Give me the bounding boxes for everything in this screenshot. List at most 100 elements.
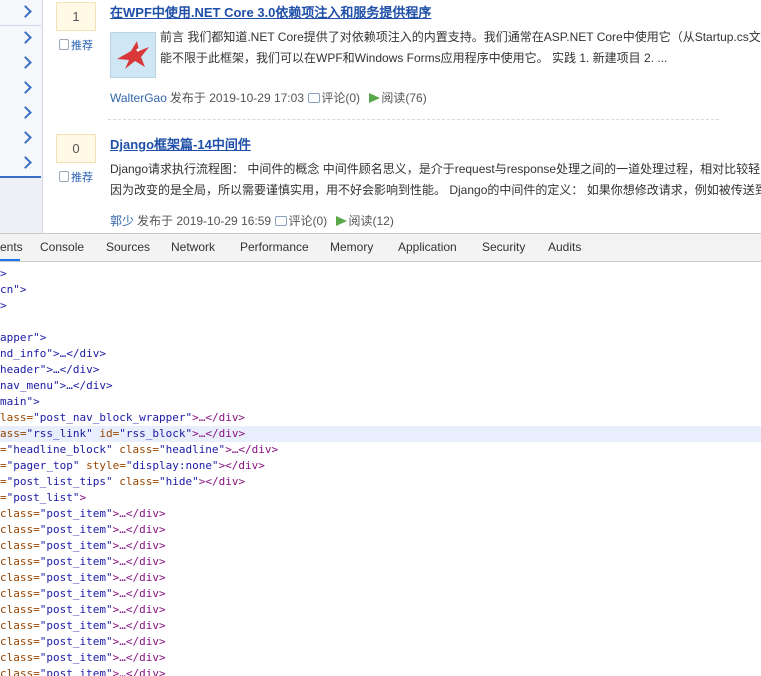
dom-tree[interactable]: > cn"> > apper"> nd_info">…</div> header">…</… xyxy=(0,262,761,676)
tab-application[interactable]: Application xyxy=(398,240,457,254)
recommend-button[interactable]: 推荐 xyxy=(56,37,96,53)
comment-count[interactable]: 评论(0) xyxy=(288,214,327,228)
dom-line-post: > xyxy=(79,491,87,504)
chevron-right-icon xyxy=(19,5,32,18)
read-arrow-icon xyxy=(336,216,348,226)
dom-node-line[interactable]: > xyxy=(0,266,761,282)
dom-line-val: "post_item" xyxy=(39,619,113,632)
dom-node-line[interactable]: ass="rss_link" id="rss_block">…</div> xyxy=(0,426,761,442)
devtools-tabbar: ents Console Sources Network Performance… xyxy=(0,234,761,262)
tab-elements[interactable]: ents xyxy=(0,240,23,254)
dom-line-val: "post_list" xyxy=(6,491,80,504)
dom-line-text: > xyxy=(0,267,7,280)
dom-line-pre: class= xyxy=(0,587,40,600)
read-count: 阅读(12) xyxy=(348,214,394,228)
comment-count[interactable]: 评论(0) xyxy=(321,91,360,105)
dom-line-mid: class= xyxy=(112,475,159,488)
comment-icon xyxy=(275,216,288,226)
chevron-right-icon xyxy=(19,81,32,94)
post-meta: WalterGao 发布于 2019-10-29 17:03 评论(0) 阅读(7… xyxy=(110,89,427,106)
thumb-up-icon xyxy=(59,171,69,182)
dom-node-line[interactable]: class="post_item">…</div> xyxy=(0,650,761,666)
dom-line-text: nd_info">…</div> xyxy=(0,347,106,360)
dom-line-text: header">…</div> xyxy=(0,363,100,376)
post-item: 0 推荐 Django框架篇-14中间件 Django请求执行流程图： 中间件的… xyxy=(42,120,761,233)
post-title[interactable]: 在WPF中使用.NET Core 3.0依赖项注入和服务提供程序 xyxy=(110,2,431,21)
tab-console[interactable]: Console xyxy=(40,240,84,254)
dom-line-post: >…</div> xyxy=(112,571,166,584)
dom-line-val: "post_item" xyxy=(39,651,113,664)
dom-node-line[interactable]: header">…</div> xyxy=(0,362,761,378)
dom-node-line[interactable]: main"> xyxy=(0,394,761,410)
dom-line-val: "post_item" xyxy=(39,571,113,584)
dom-node-line[interactable] xyxy=(0,314,761,330)
tab-network[interactable]: Network xyxy=(171,240,215,254)
dom-line-val2: "headline" xyxy=(158,443,226,456)
dom-node-line[interactable]: ="post_list_tips" class="hide"></div> xyxy=(0,474,761,490)
dom-line-pre: class= xyxy=(0,603,40,616)
dom-node-line[interactable]: class="post_item">…</div> xyxy=(0,506,761,522)
dom-node-line[interactable]: lass="post_nav_block_wrapper">…</div> xyxy=(0,410,761,426)
nav-item[interactable] xyxy=(0,51,41,77)
nav-item[interactable] xyxy=(0,76,41,102)
post-item: 1 推荐 在WPF中使用.NET Core 3.0依赖项注入和服务提供程序 前言… xyxy=(42,0,761,120)
dom-node-line[interactable]: ="post_list"> xyxy=(0,490,761,506)
dom-node-line[interactable]: ="headline_block" class="headline">…</di… xyxy=(0,442,761,458)
dom-node-line[interactable]: cn"> xyxy=(0,282,761,298)
dom-node-line[interactable]: class="post_item">…</div> xyxy=(0,570,761,586)
dom-line-post: ></div> xyxy=(198,475,246,488)
dom-line-pre: = xyxy=(0,491,7,504)
nav-item[interactable] xyxy=(0,0,41,26)
dom-line-mid: style= xyxy=(79,459,126,472)
dom-line-val: "post_item" xyxy=(39,523,113,536)
dom-node-line[interactable]: class="post_item">…</div> xyxy=(0,602,761,618)
tab-performance[interactable]: Performance xyxy=(240,240,309,254)
dom-node-line[interactable]: class="post_item">…</div> xyxy=(0,634,761,650)
dom-line-val2: "hide" xyxy=(158,475,199,488)
devtools-panel: ents Console Sources Network Performance… xyxy=(0,233,761,676)
dom-node-line[interactable]: nav_menu">…</div> xyxy=(0,378,761,394)
read-count: 阅读(76) xyxy=(381,91,427,105)
dom-node-line[interactable]: ="pager_top" style="display:none"></div> xyxy=(0,458,761,474)
nav-item[interactable] xyxy=(0,26,41,52)
dom-line-val: "post_item" xyxy=(39,539,113,552)
tab-memory[interactable]: Memory xyxy=(330,240,373,254)
post-author[interactable]: 郭少 xyxy=(110,214,134,228)
dom-node-line[interactable]: class="post_item">…</div> xyxy=(0,538,761,554)
dom-line-text: cn"> xyxy=(0,283,27,296)
dom-node-line[interactable]: class="post_item">…</div> xyxy=(0,522,761,538)
tab-security[interactable]: Security xyxy=(482,240,525,254)
dom-line-val: "post_item" xyxy=(39,555,113,568)
chevron-right-icon xyxy=(19,156,32,169)
recommend-button[interactable]: 推荐 xyxy=(56,169,96,185)
dom-node-line[interactable]: nd_info">…</div> xyxy=(0,346,761,362)
left-nav xyxy=(0,0,43,233)
dom-node-line[interactable]: > xyxy=(0,298,761,314)
post-author[interactable]: WalterGao xyxy=(110,91,167,105)
post-thumbnail[interactable] xyxy=(110,32,156,78)
dom-node-line[interactable]: class="post_item">…</div> xyxy=(0,586,761,602)
dom-line-pre: = xyxy=(0,459,7,472)
dom-node-line[interactable]: class="post_item">…</div> xyxy=(0,554,761,570)
dom-line-text: nav_menu">…</div> xyxy=(0,379,113,392)
dom-line-post: >…</div> xyxy=(225,443,279,456)
nav-item[interactable] xyxy=(0,126,41,152)
dom-line-pre: class= xyxy=(0,571,40,584)
nav-item[interactable] xyxy=(0,151,41,177)
chevron-right-icon xyxy=(19,106,32,119)
nav-item[interactable] xyxy=(0,101,41,127)
dom-node-line[interactable]: class="post_item">…</div> xyxy=(0,618,761,634)
tab-sources[interactable]: Sources xyxy=(106,240,150,254)
dom-line-val2: "rss_block" xyxy=(119,427,193,440)
post-title[interactable]: Django框架篇-14中间件 xyxy=(110,134,251,153)
dom-line-pre: ass= xyxy=(0,427,27,440)
post-summary-line: 能不限于此框架，我们可以在WPF和Windows Forms应用程序中使用它。 … xyxy=(160,51,668,65)
recommend-label: 推荐 xyxy=(71,40,93,52)
dom-node-line[interactable]: apper"> xyxy=(0,330,761,346)
tab-audits[interactable]: Audits xyxy=(548,240,581,254)
vote-box: 1 推荐 xyxy=(56,2,96,53)
dom-line-post: >…</div> xyxy=(112,539,166,552)
dom-line-pre: class= xyxy=(0,635,40,648)
dom-line-post: >…</div> xyxy=(112,587,166,600)
dom-line-mid: class= xyxy=(112,443,159,456)
